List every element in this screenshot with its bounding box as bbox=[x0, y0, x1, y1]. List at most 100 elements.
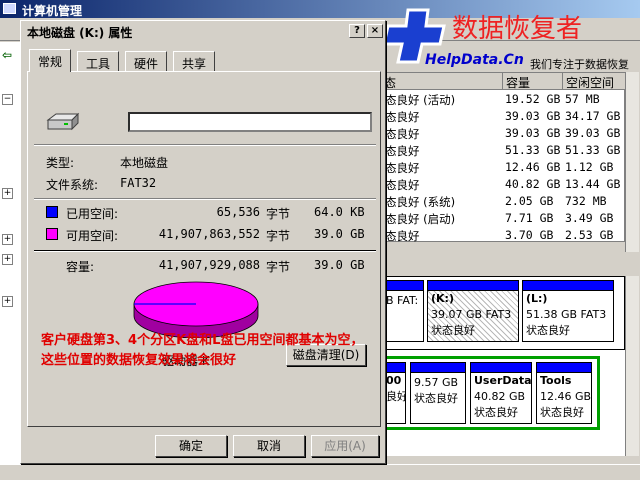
close-button[interactable]: × bbox=[367, 24, 383, 38]
volume-row[interactable]: 态良好 39.03 GB 34.17 GB bbox=[381, 108, 626, 125]
volume-row[interactable]: 态良好 (活动) 19.52 GB 57 MB bbox=[381, 91, 626, 108]
partition-prev[interactable]: B FAT: bbox=[382, 280, 424, 342]
help-button[interactable]: ? bbox=[349, 24, 365, 38]
annotation-note: 客户硬盘第3、4个分区K盘和L盘已用空间都基本为空，这些位置的数据恢复效果将会很… bbox=[41, 333, 364, 368]
col-header-status[interactable]: 态 bbox=[381, 73, 503, 90]
brand-url: HelpData.Cn bbox=[425, 52, 524, 68]
dialog-titlebar: 本地磁盘 (K:) 属性 ? × bbox=[21, 21, 385, 41]
apply-button[interactable]: 应用(A) bbox=[311, 435, 379, 457]
partition-tools-name: Tools bbox=[540, 374, 572, 387]
partition-ext-b[interactable]: 9.57 GB 状态良好 bbox=[410, 362, 466, 424]
capacity-unit: 字节 bbox=[266, 260, 291, 274]
free-space-bytes: 41,907,863,552 bbox=[158, 227, 260, 241]
volume-free: 13.44 GB bbox=[565, 177, 621, 191]
volume-row[interactable]: 态良好 (系统) 2.05 GB 732 MB bbox=[381, 193, 626, 210]
general-tab-panel: 类型: 本地磁盘 文件系统: FAT32 已用空间: 65,536 字节 64.… bbox=[27, 71, 381, 427]
tree-expander-3[interactable]: + bbox=[2, 234, 13, 245]
separator-3 bbox=[34, 250, 376, 252]
disk-map-scrollbar[interactable] bbox=[625, 276, 639, 456]
partition-k-size: 39.07 GB FAT3 bbox=[431, 308, 512, 321]
separator-1 bbox=[34, 144, 376, 146]
volume-capacity: 2.05 GB bbox=[505, 194, 554, 208]
volume-status: 态良好 (启动) bbox=[385, 212, 456, 226]
volume-row[interactable]: 态良好 51.33 GB 51.33 GB bbox=[381, 142, 626, 159]
tab-sharing[interactable]: 共享 bbox=[173, 51, 216, 71]
volume-status: 态良好 bbox=[385, 110, 420, 124]
volume-row[interactable]: 态良好 (启动) 7.71 GB 3.49 GB bbox=[381, 210, 626, 227]
partition-l[interactable]: (L:) 51.38 GB FAT3 状态良好 bbox=[522, 280, 614, 342]
partition-l-letter: (L:) bbox=[526, 292, 548, 305]
tree-expander-5[interactable]: + bbox=[2, 296, 13, 307]
volume-status: 态良好 bbox=[385, 127, 420, 141]
partition-ext-b-size: 9.57 GB bbox=[414, 376, 459, 389]
free-space-swatch bbox=[46, 228, 58, 240]
volume-free: 3.49 GB bbox=[565, 211, 614, 225]
volume-status: 态良好 bbox=[385, 144, 420, 158]
volume-capacity: 39.03 GB bbox=[505, 109, 561, 123]
volume-status: 态良好 (系统) bbox=[385, 195, 456, 209]
partition-tools-status: 状态良好 bbox=[540, 406, 584, 419]
brand-name: 数据恢复者 bbox=[452, 14, 583, 44]
tab-tools[interactable]: 工具 bbox=[77, 51, 120, 71]
back-arrow-icon[interactable]: ⇦ bbox=[2, 48, 12, 62]
separator-2 bbox=[34, 198, 376, 200]
tree-expander-2[interactable]: + bbox=[2, 188, 13, 199]
partition-ext-a-l1: 00 bbox=[386, 374, 402, 387]
type-value: 本地磁盘 bbox=[120, 156, 169, 170]
main-window-title: 计算机管理 bbox=[22, 4, 83, 18]
partition-prev-l2: B FAT: bbox=[386, 294, 419, 307]
col-header-free[interactable]: 空闲空间 bbox=[563, 73, 626, 90]
partition-k-status: 状态良好 bbox=[431, 324, 475, 337]
ok-button[interactable]: 确定 bbox=[155, 435, 227, 457]
partition-userdata[interactable]: UserData 40.82 GB 状态良好 bbox=[470, 362, 532, 424]
partition-tools-size: 12.46 GB bbox=[540, 390, 591, 403]
capacity-label: 容量: bbox=[66, 260, 95, 274]
volume-list-scrollbar[interactable] bbox=[625, 72, 639, 252]
partition-ext-b-status: 状态良好 bbox=[414, 392, 458, 405]
disk-map[interactable]: B FAT: (K:) 39.07 GB FAT3 状态良好 (L:) 51.38 G… bbox=[380, 276, 625, 456]
partition-k-letter: (K:) bbox=[431, 292, 454, 305]
volume-free: 732 MB bbox=[565, 194, 607, 208]
col-header-capacity[interactable]: 容量 bbox=[503, 73, 563, 90]
volume-capacity: 7.71 GB bbox=[505, 211, 554, 225]
cancel-button[interactable]: 取消 bbox=[233, 435, 305, 457]
type-label: 类型: bbox=[46, 156, 75, 170]
status-bar bbox=[0, 464, 640, 480]
used-space-label: 已用空间: bbox=[66, 207, 119, 221]
free-space-size: 39.0 GB bbox=[314, 227, 365, 241]
volume-row[interactable]: 态良好 12.46 GB 1.12 GB bbox=[381, 159, 626, 176]
capacity-size: 39.0 GB bbox=[314, 258, 365, 272]
partition-k[interactable]: (K:) 39.07 GB FAT3 状态良好 bbox=[427, 280, 519, 342]
volume-row[interactable]: 态良好 39.03 GB 39.03 GB bbox=[381, 125, 626, 142]
volume-free: 39.03 GB bbox=[565, 126, 621, 140]
dialog-title: 本地磁盘 (K:) 属性 bbox=[27, 26, 133, 40]
partition-l-size: 51.38 GB FAT3 bbox=[526, 308, 607, 321]
volume-status: 态良好 bbox=[385, 161, 420, 175]
volume-free: 34.17 GB bbox=[565, 109, 621, 123]
volume-name-input[interactable] bbox=[128, 112, 372, 132]
volume-capacity: 19.52 GB bbox=[505, 92, 561, 106]
properties-dialog: 本地磁盘 (K:) 属性 ? × 常规 工具 硬件 共享 类型: 本地磁盘 文件… bbox=[20, 20, 386, 464]
volume-row[interactable]: 态良好 3.70 GB 2.53 GB bbox=[381, 227, 626, 244]
volume-capacity: 40.82 GB bbox=[505, 177, 561, 191]
volume-free: 1.12 GB bbox=[565, 160, 614, 174]
used-space-unit: 字节 bbox=[266, 207, 291, 221]
tab-general[interactable]: 常规 bbox=[29, 49, 72, 72]
volume-row[interactable]: 态良好 40.82 GB 13.44 GB bbox=[381, 176, 626, 193]
free-space-label: 可用空间: bbox=[66, 229, 119, 243]
tree-expander-4[interactable]: + bbox=[2, 254, 13, 265]
tab-hardware[interactable]: 硬件 bbox=[125, 51, 168, 71]
capacity-bytes: 41,907,929,088 bbox=[158, 258, 260, 272]
free-space-unit: 字节 bbox=[266, 229, 291, 243]
partition-userdata-status: 状态良好 bbox=[474, 406, 518, 419]
volume-status: 态良好 (活动) bbox=[385, 93, 456, 107]
used-space-bytes: 65,536 bbox=[216, 205, 260, 219]
partition-userdata-size: 40.82 GB bbox=[474, 390, 526, 403]
volume-free: 2.53 GB bbox=[565, 228, 614, 242]
filesystem-value: FAT32 bbox=[120, 176, 157, 190]
partition-tools[interactable]: Tools 12.46 GB 状态良好 bbox=[536, 362, 592, 424]
volume-list[interactable]: 态 容量 空闲空间 态良好 (活动) 19.52 GB 57 MB 态良好 39.03 … bbox=[380, 72, 626, 244]
brand-watermark: 数据恢复者 HelpData.Cn 我们专注于数据恢复 bbox=[380, 6, 640, 72]
usage-pie-chart bbox=[133, 281, 259, 338]
tree-expander-1[interactable]: − bbox=[2, 94, 13, 105]
